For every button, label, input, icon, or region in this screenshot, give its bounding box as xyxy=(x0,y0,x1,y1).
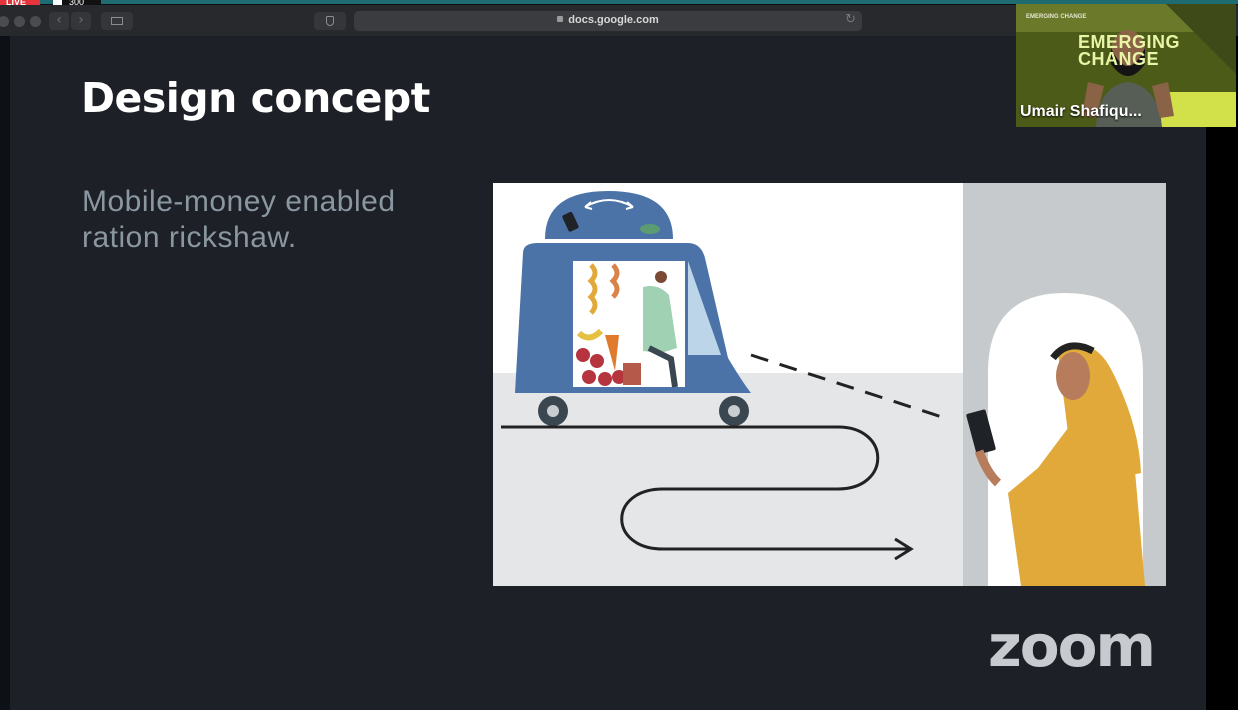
participant-video-tile[interactable]: EMERGING CHANGE EMERGING CHANGE Umair Sh… xyxy=(1016,4,1236,127)
url-text: docs.google.com xyxy=(568,14,659,26)
lock-icon xyxy=(557,16,564,22)
window-minimize-button[interactable] xyxy=(14,16,25,27)
rickshaw-illustration xyxy=(493,183,1166,586)
video-background-text: EMERGING CHANGE xyxy=(1078,32,1181,69)
participant-name: Umair Shafiqu... xyxy=(1020,103,1142,120)
address-bar[interactable]: docs.google.com ↻ xyxy=(354,11,862,31)
slide-title: Design concept xyxy=(81,74,430,122)
forward-button[interactable]: › xyxy=(71,12,91,30)
sidebar-toggle-button[interactable] xyxy=(101,12,133,30)
video-background-caption: EMERGING CHANGE xyxy=(1026,14,1087,20)
screen-edge xyxy=(1206,36,1238,710)
sidebar-icon xyxy=(111,17,123,25)
reload-button[interactable]: ↻ xyxy=(845,12,856,27)
zoom-logo: zoom xyxy=(988,612,1156,680)
slide-subtitle: Mobile-money enabled ration rickshaw. xyxy=(82,185,396,254)
window-zoom-button[interactable] xyxy=(30,16,41,27)
privacy-report-button[interactable] xyxy=(314,12,346,30)
shield-icon xyxy=(326,16,334,26)
back-button[interactable]: ‹ xyxy=(49,12,69,30)
window-close-button[interactable] xyxy=(0,16,9,27)
